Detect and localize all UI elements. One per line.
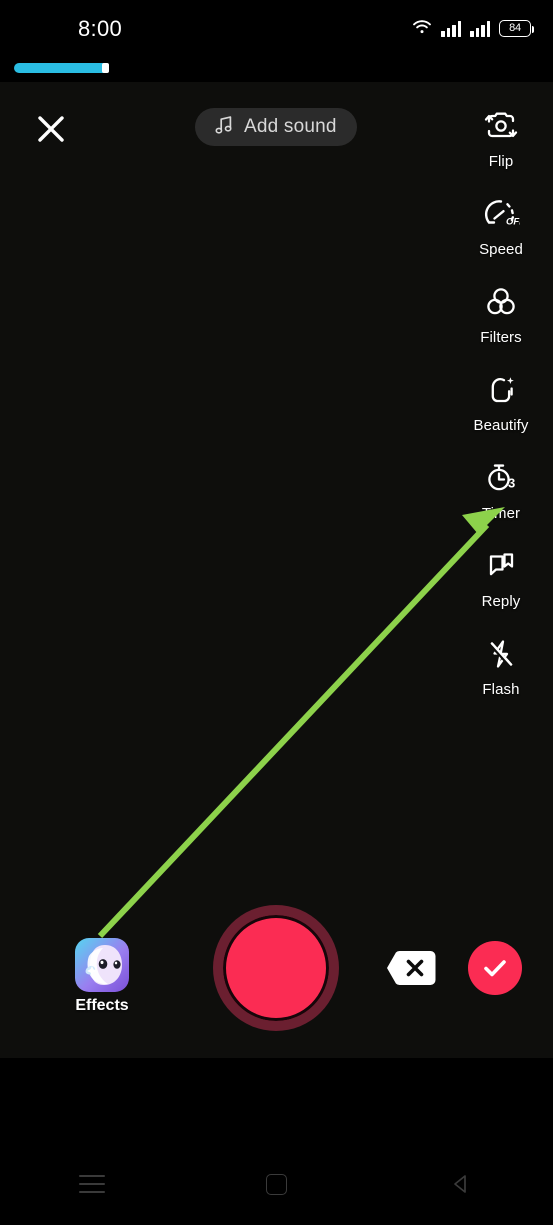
flash-off-icon: [482, 632, 520, 676]
tool-timer-label: Timer: [481, 505, 521, 522]
recording-progress-fill: [14, 63, 108, 73]
recording-progress-bar: [14, 63, 539, 73]
add-sound-label: Add sound: [244, 116, 337, 137]
speed-badge: OFF: [506, 217, 520, 228]
tool-timer[interactable]: 3 Timer: [463, 456, 539, 544]
tool-filters[interactable]: Filters: [463, 280, 539, 368]
recording-progress-tip: [102, 63, 109, 73]
phone-screen: 8:00 84 Add sound Flip OF Speed Filters …: [0, 0, 553, 1225]
nav-home-button[interactable]: [231, 1154, 321, 1214]
home-square-icon: [265, 1173, 287, 1195]
backspace-delete-icon: [387, 950, 436, 986]
signal-icon: [470, 20, 490, 37]
status-bar: 8:00 84: [0, 0, 553, 57]
signal-icon: [441, 20, 461, 37]
android-nav-bar: [0, 1143, 553, 1225]
record-button-icon: [223, 915, 329, 1021]
recents-menu-icon: [79, 1175, 106, 1193]
tool-flip-label: Flip: [488, 153, 514, 170]
effects-thumbnail-icon: [75, 938, 129, 992]
beautify-icon: [482, 368, 520, 412]
tool-speed-label: Speed: [479, 241, 523, 258]
check-icon: [484, 960, 506, 977]
nav-back-button[interactable]: [416, 1154, 506, 1214]
delete-clip-button[interactable]: [385, 949, 438, 987]
music-note-icon: [215, 115, 234, 140]
close-button[interactable]: [32, 110, 70, 148]
tool-reply-label: Reply: [481, 593, 521, 610]
timer-badge: 3: [508, 476, 515, 491]
tool-flash[interactable]: Flash: [463, 632, 539, 720]
battery-icon: 84: [499, 20, 534, 37]
tool-beautify-label: Beautify: [473, 417, 529, 434]
tool-flip[interactable]: Flip: [463, 104, 539, 192]
back-triangle-icon: [453, 1175, 466, 1193]
tool-filters-label: Filters: [480, 329, 522, 346]
reply-icon: [482, 544, 520, 588]
effects-label: Effects: [75, 997, 129, 1014]
tool-rail: Flip OFF Speed: [463, 104, 539, 720]
confirm-button[interactable]: [468, 941, 522, 995]
flip-camera-icon: [482, 104, 520, 148]
status-icons-group: 84: [412, 18, 534, 40]
wifi-icon: [412, 18, 432, 40]
tool-speed[interactable]: OFF Speed: [463, 192, 539, 280]
timer-icon: 3: [482, 456, 520, 500]
effects-button[interactable]: Effects: [74, 938, 130, 1015]
tool-reply[interactable]: Reply: [463, 544, 539, 632]
speed-gauge-icon: OFF: [482, 192, 520, 236]
nav-recents-button[interactable]: [47, 1154, 137, 1214]
tool-beautify[interactable]: Beautify: [463, 368, 539, 456]
add-sound-button[interactable]: Add sound: [195, 108, 357, 146]
status-time: 8:00: [78, 15, 123, 41]
tool-flash-label: Flash: [482, 681, 520, 698]
filters-icon: [482, 280, 520, 324]
battery-level: 84: [509, 22, 521, 34]
record-button[interactable]: [213, 905, 339, 1031]
close-icon: [38, 116, 64, 142]
